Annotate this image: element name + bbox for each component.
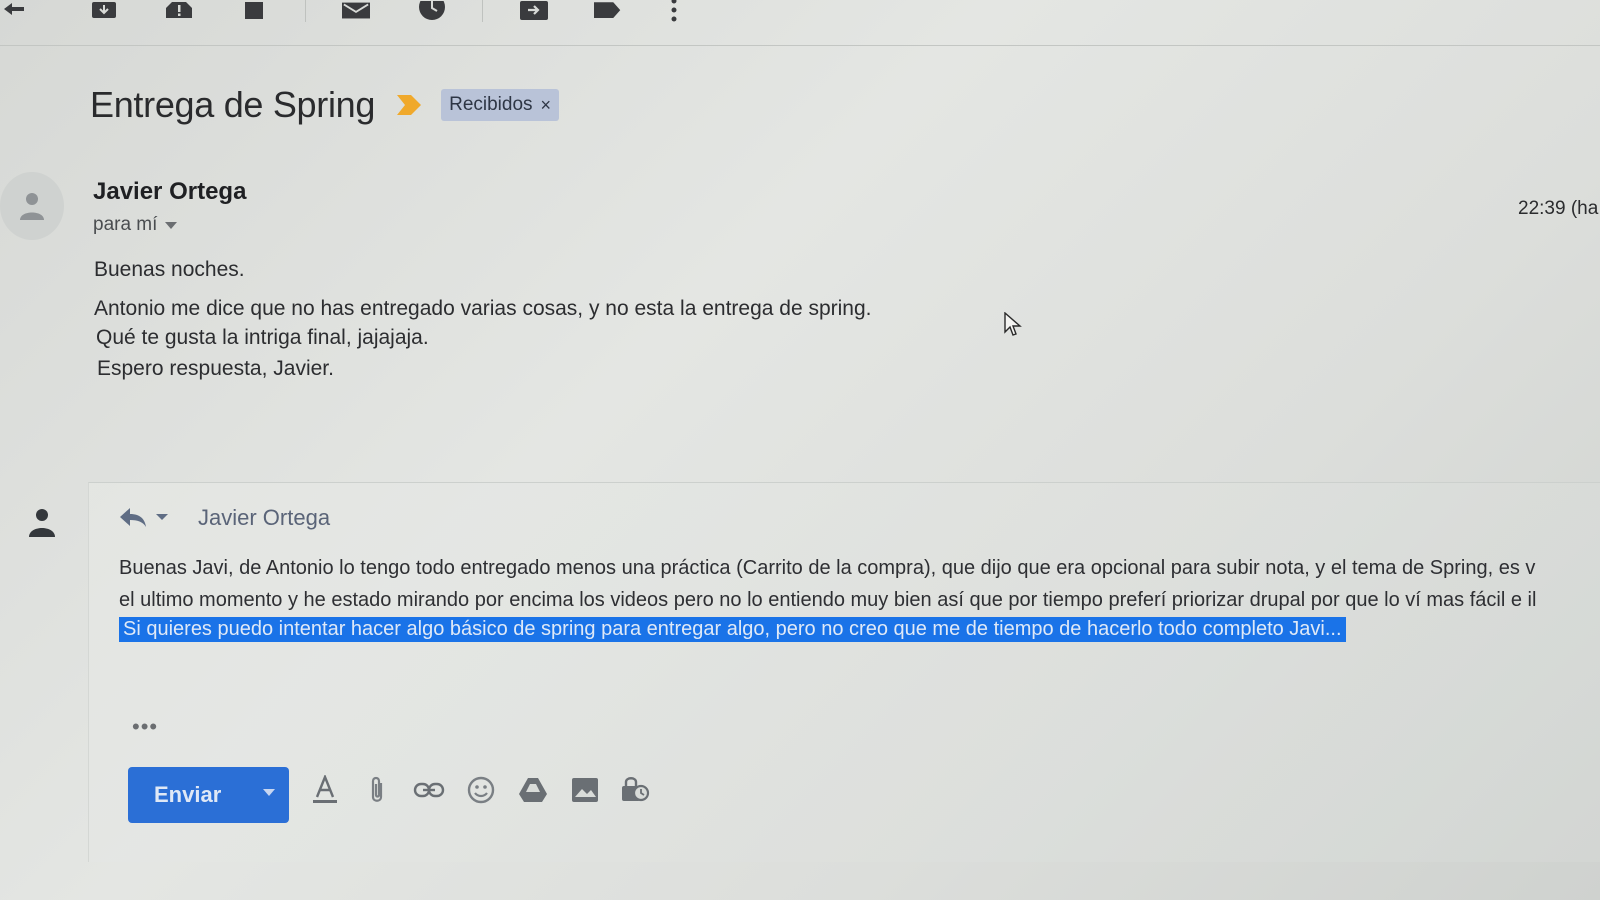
label-icon[interactable] [594, 0, 622, 22]
move-to-icon[interactable] [520, 0, 548, 22]
send-button[interactable]: Enviar [128, 767, 289, 823]
google-drive-icon[interactable] [514, 770, 552, 810]
label-chip-text: Recibidos [449, 94, 533, 115]
my-avatar [22, 500, 62, 544]
confidential-mode-icon[interactable] [616, 770, 654, 810]
sender-name[interactable]: Javier Ortega [93, 178, 246, 206]
formatting-options-icon[interactable] [306, 770, 344, 810]
toolbar-divider [305, 0, 306, 22]
message-body-line: Buenas noches. [94, 258, 245, 281]
insert-photo-icon[interactable] [566, 770, 604, 810]
more-options-icon[interactable] [660, 0, 688, 22]
mouse-cursor-icon [1004, 312, 1022, 336]
message-body-line: Antonio me dice que no has entregado var… [94, 297, 872, 320]
insert-link-icon[interactable] [410, 770, 448, 810]
recipient-details-toggle[interactable]: para mí [93, 214, 178, 236]
chevron-down-icon [165, 221, 178, 229]
reply-recipient[interactable]: Javier Ortega [198, 505, 330, 531]
back-icon[interactable] [0, 0, 28, 22]
thread-subject: Entrega de Spring [90, 84, 376, 125]
insert-emoji-icon[interactable] [462, 770, 500, 810]
reply-arrow-icon [120, 508, 146, 527]
chevron-down-icon [156, 514, 168, 520]
reply-body-line-selected[interactable]: Si quieres puedo intentar hacer algo bás… [119, 617, 1346, 642]
sender-avatar [0, 172, 64, 240]
send-options-chevron-icon[interactable] [263, 789, 275, 796]
show-trimmed-content-button[interactable]: ••• [132, 714, 158, 740]
delete-icon[interactable] [240, 0, 268, 22]
selected-text[interactable]: Si quieres puedo intentar hacer algo bás… [119, 617, 1346, 642]
snooze-icon[interactable] [418, 0, 446, 22]
send-button-label: Enviar [154, 782, 222, 807]
report-spam-icon[interactable] [165, 0, 193, 22]
reply-body-line[interactable]: Buenas Javi, de Antonio lo tengo todo en… [119, 557, 1535, 580]
message-body-line: Qué te gusta la intriga final, jajajaja. [96, 326, 429, 349]
recipient-label: para mí [93, 214, 158, 235]
remove-label-button[interactable]: × [541, 95, 552, 116]
archive-icon[interactable] [90, 0, 118, 22]
attach-file-icon[interactable] [358, 770, 396, 810]
subject-row: Entrega de Spring Recibidos × [90, 80, 560, 130]
importance-marker-icon[interactable] [395, 93, 423, 117]
toolbar-divider [482, 0, 483, 22]
label-chip-inbox: Recibidos × [441, 89, 560, 121]
reply-type-menu[interactable] [118, 506, 168, 528]
mark-unread-icon[interactable] [342, 0, 370, 22]
message-timestamp: 22:39 (ha [1518, 198, 1599, 219]
message-toolbar [0, 0, 1600, 46]
reply-body-line[interactable]: el ultimo momento y he estado mirando po… [119, 589, 1536, 612]
message-body-line: Espero respuesta, Javier. [97, 357, 334, 380]
